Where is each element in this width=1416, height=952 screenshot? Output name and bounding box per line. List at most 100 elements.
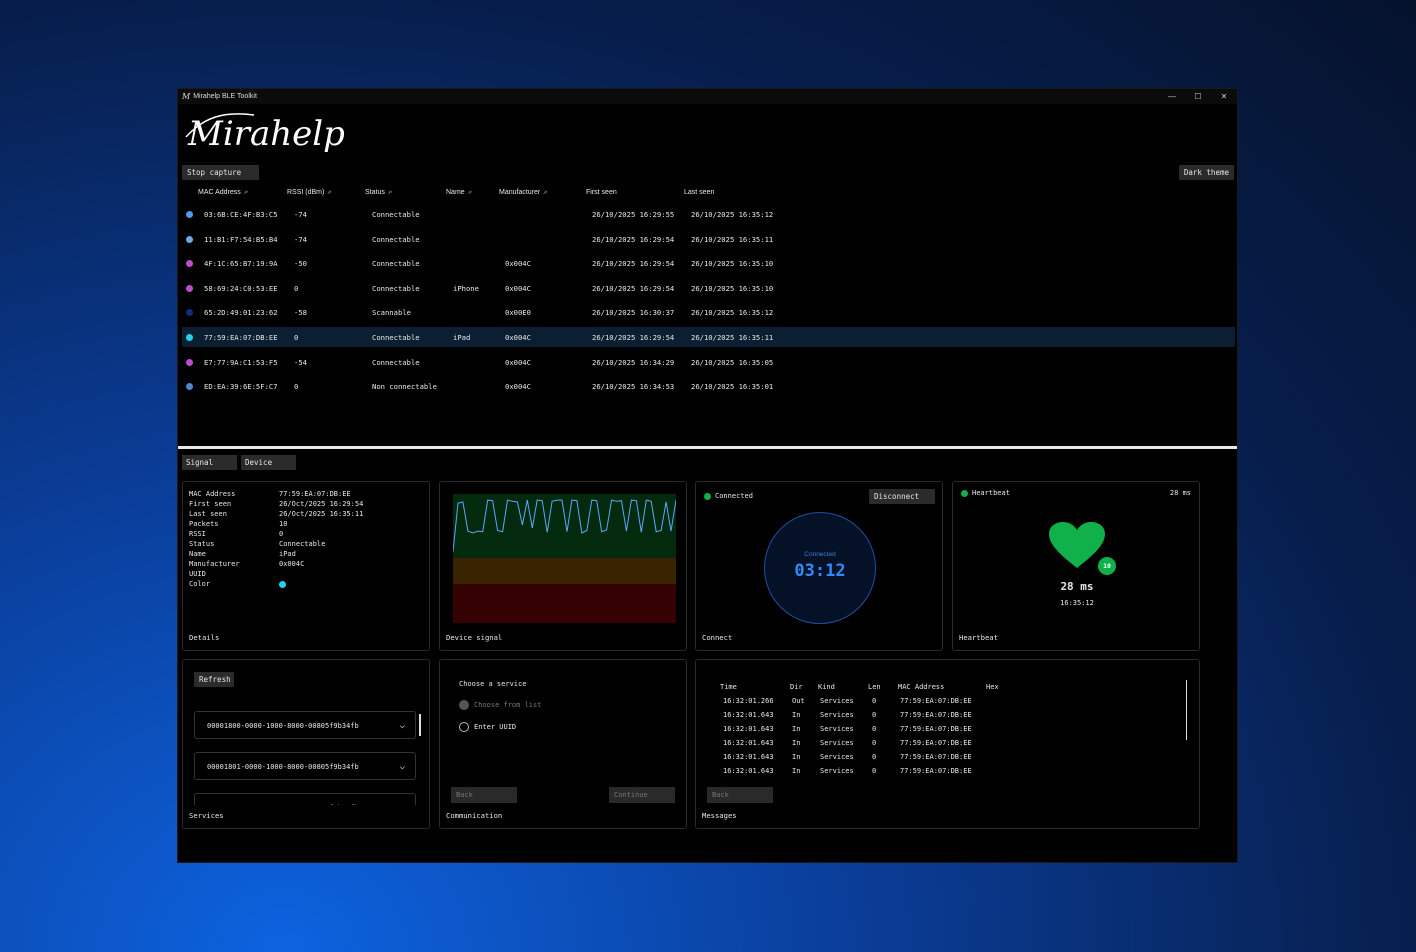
device-signal-caption: Device signal (446, 633, 503, 642)
cell-status: Non connectable (372, 382, 437, 392)
back-button[interactable]: Back (451, 787, 517, 803)
device-color-dot (186, 334, 193, 341)
message-cell: In (792, 739, 801, 747)
dark-theme-button[interactable]: Dark theme (1178, 165, 1234, 180)
messages-back-button[interactable]: Back (707, 787, 773, 803)
cell-mac: E7:77:9A:C1:53:F5 (204, 357, 278, 367)
device-color-dot (186, 309, 193, 317)
col-last-seen[interactable]: Last seen (684, 189, 714, 196)
cell-mac: 65:2D:49:01:23:62 (204, 308, 278, 318)
messages-col-header: Len (868, 683, 881, 691)
cell-name: iPad (453, 333, 471, 342)
tab-device[interactable]: Device (241, 455, 296, 470)
table-row[interactable]: 03:6B:CE:4F:B3:C5 -74 Connectable 26/10/202… (182, 204, 1235, 224)
col-first-seen[interactable]: First seen (586, 189, 617, 196)
message-cell: 77:59:EA:07:DB:EE (900, 739, 972, 747)
detail-key: RSSI (189, 530, 206, 538)
logo-text: Mirahelp (187, 114, 344, 154)
refresh-button[interactable]: Refresh (194, 672, 234, 687)
heartbeat-status: Heartbeat (961, 489, 1010, 497)
detail-key: MAC Address (189, 490, 236, 498)
col-status[interactable]: Status ⌕ (365, 189, 392, 197)
cell-manufacturer: 0x004C (505, 333, 531, 342)
disconnect-button[interactable]: Disconnect (869, 489, 935, 504)
communication-panel: Choose a service Choose from list Enter … (439, 659, 687, 829)
search-icon: ⌕ (327, 189, 332, 196)
message-cell: 16:32:01.266 (723, 697, 774, 705)
cell-first: 26/10/2025 16:29:54 (592, 333, 675, 342)
heartbeat-panel: Heartbeat 28 ms 10 28 ms 16:35:12 Heartb… (952, 481, 1200, 651)
cell-rssi: 0 (294, 283, 299, 293)
chevron-down-icon: ⌵ (399, 721, 405, 731)
device-signal-panel: Device signal (439, 481, 687, 651)
message-cell: In (792, 725, 801, 733)
table-row[interactable]: 58:69:24:C0:53:EE 0 Connectable iPhone 0x004… (182, 278, 1235, 298)
cell-first: 26/10/2025 16:29:54 (592, 259, 675, 269)
messages-col-header: Hex (986, 683, 999, 691)
cell-first: 26/10/2025 16:34:29 (592, 357, 675, 367)
service-item[interactable]: 00001800-0000-1000-8000-00805f9b34fb ⌵ (194, 711, 416, 739)
device-color-dot (186, 235, 193, 243)
detail-row: Name iPad (189, 549, 363, 559)
stop-capture-button[interactable]: Stop capture (182, 165, 259, 180)
services-list[interactable]: 00001800-0000-1000-8000-00805f9b34fb ⌵ 00… (183, 705, 423, 805)
option-choose-from-list[interactable]: Choose from list (459, 700, 541, 710)
table-row[interactable]: 11:B1:F7:54:B5:B4 -74 Connectable 26/10/202… (182, 229, 1235, 249)
message-cell: 77:59:EA:07:DB:EE (900, 697, 972, 705)
continue-button[interactable]: Continue (609, 787, 675, 803)
col-rssi[interactable]: RSSI (dBm) ⌕ (287, 189, 331, 197)
message-cell: Services (820, 725, 854, 733)
messages-table: Time Dir Kind Len MAC Address Hex 16:32:01.266… (696, 660, 1176, 784)
cell-status: Scannable (372, 308, 411, 318)
heartbeat-badge: 10 (1098, 557, 1116, 575)
cell-first: 26/10/2025 16:30:37 (592, 308, 675, 318)
col-name[interactable]: Name ⌕ (446, 189, 472, 197)
mirahelp-logo: Mirahelp (185, 113, 344, 154)
col-manufacturer[interactable]: Manufacturer ⌕ (499, 189, 547, 197)
close-icon[interactable]: ✕ (1211, 92, 1237, 101)
cell-status: Connectable (372, 357, 420, 367)
app-window: M Mirahelp BLE Toolkit — ☐ ✕ Mirahelp St… (177, 88, 1238, 863)
device-color-dot (186, 358, 193, 366)
connect-caption: Connect (702, 633, 733, 642)
table-row[interactable]: E7:77:9A:C1:53:F5 -54 Connectable 0x004C 26/… (182, 352, 1235, 372)
chevron-down-icon: ⌵ (400, 794, 405, 805)
detail-value: 26/Oct/2025 16:29:54 (279, 500, 364, 508)
tab-signal[interactable]: Signal (182, 455, 237, 470)
detail-row: Manufacturer 0x004C (189, 559, 363, 569)
chevron-down-icon: ⌵ (399, 762, 405, 772)
option-enter-uuid[interactable]: Enter UUID (459, 722, 516, 732)
splitter[interactable] (178, 446, 1237, 449)
service-item[interactable]: 0000180a-0000-1000-8000-00805f9b34fb⌵ (194, 793, 416, 805)
maximize-icon[interactable]: ☐ (1185, 92, 1211, 101)
services-scrollbar[interactable] (419, 714, 421, 736)
message-cell: Out (792, 697, 805, 705)
cell-first: 26/10/2025 16:34:53 (592, 382, 675, 392)
device-color-dot (186, 260, 193, 268)
col-mac[interactable]: MAC Address ⌕ (198, 189, 248, 197)
cell-mac: 11:B1:F7:54:B5:B4 (204, 234, 278, 244)
device-color-dot (186, 383, 193, 391)
message-cell: Services (820, 739, 854, 747)
service-item[interactable]: 00001801-0000-1000-8000-00805f9b34fb ⌵ (194, 752, 416, 780)
message-cell: 0 (872, 739, 877, 747)
table-row[interactable]: 4F:1C:65:B7:19:9A -50 Connectable 0x004C 26/… (182, 253, 1235, 273)
heartbeat-latency-top: 28 ms (1169, 489, 1191, 497)
detail-row: UUID (189, 569, 363, 579)
table-row[interactable]: 65:2D:49:01:23:62 -58 Scannable 0x00E0 26/10… (182, 302, 1235, 322)
table-row[interactable]: 77:59:EA:07:DB:EE 0 Connectable iPad 0x004C 2… (182, 327, 1235, 347)
message-cell: 16:32:01.643 (723, 711, 774, 719)
cell-mac: 58:69:24:C0:53:EE (204, 283, 278, 293)
message-cell: 77:59:EA:07:DB:EE (900, 767, 972, 775)
detail-key: Name (189, 550, 206, 558)
detail-key: Packets (189, 520, 219, 528)
zone-poor (453, 584, 676, 623)
details-list: MAC Address 77:59:EA:07:DB:EE First seen 26… (189, 489, 363, 589)
table-row[interactable]: ED:EA:39:6E:5F:C7 0 Non connectable 0x004C 2… (182, 376, 1235, 396)
app-icon: M (182, 92, 191, 101)
minimize-icon[interactable]: — (1159, 92, 1185, 101)
messages-scrollbar[interactable] (1186, 680, 1187, 740)
message-cell: In (792, 711, 801, 719)
message-cell: 77:59:EA:07:DB:EE (900, 753, 972, 761)
cell-last: 26/10/2025 16:35:11 (691, 234, 774, 244)
